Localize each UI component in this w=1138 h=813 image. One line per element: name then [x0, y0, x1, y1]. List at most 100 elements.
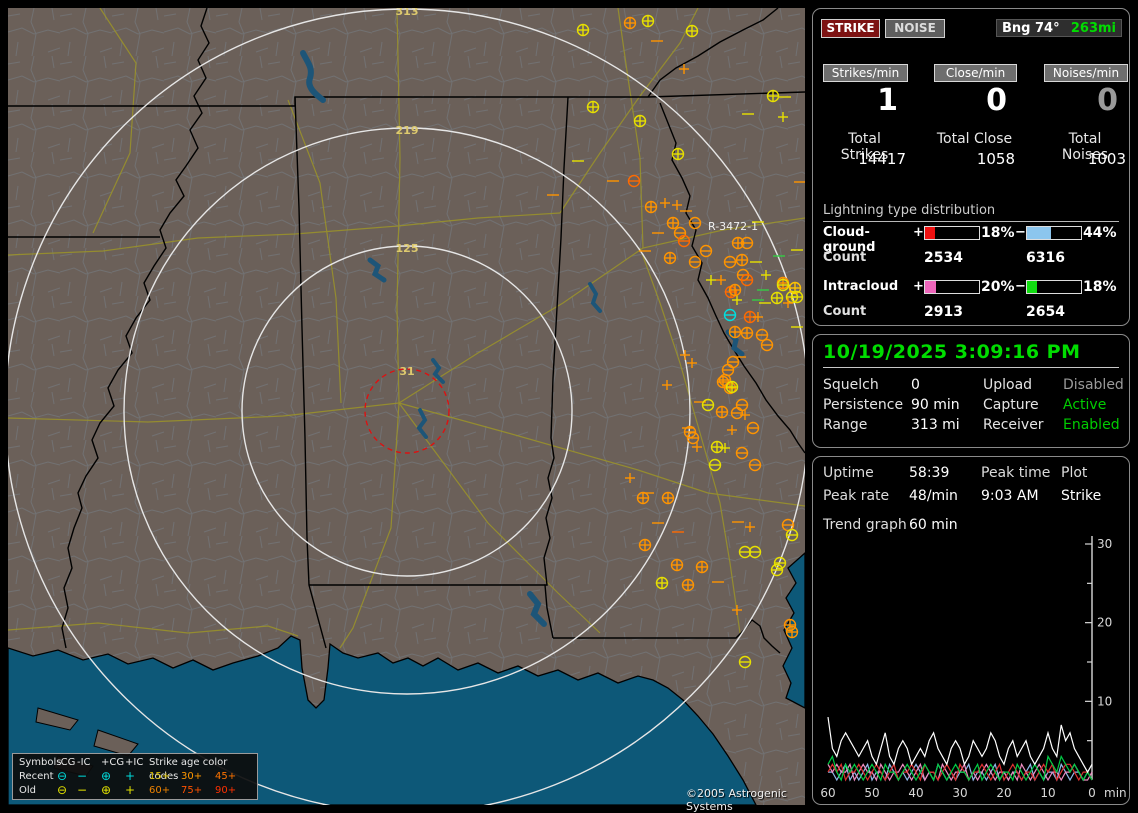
legend-recent-row: Recent ⊖ − ⊕ + 15+ 30+ 45+	[19, 770, 251, 784]
ic-plus-icon: +	[125, 783, 136, 797]
svg-text:0: 0	[1088, 786, 1096, 800]
upload-value: Disabled	[1063, 377, 1124, 393]
upload-label: Upload	[983, 377, 1033, 393]
svg-text:125: 125	[396, 242, 419, 255]
strike-symbol-cgp	[735, 253, 749, 267]
strike-symbol-cgp	[670, 558, 684, 572]
svg-text:10: 10	[1040, 786, 1055, 800]
plot-label: Plot	[1061, 465, 1088, 481]
status-panel: 10/19/2025 3:09:16 PM Squelch 0 Upload D…	[812, 334, 1130, 448]
bearing-readout: Bng 74° 263mi	[996, 19, 1122, 37]
age-90: 90+	[215, 785, 237, 796]
age-60: 60+	[149, 785, 171, 796]
map-canvas: 313 219 125 31 R-3472-1	[8, 8, 805, 805]
status-row: Persistence 90 min Capture Active	[813, 397, 1129, 415]
restricted-area-label: R-3472-1	[708, 220, 758, 233]
strike-symbol-cgp	[638, 538, 652, 552]
strike-symbol-cgp	[695, 560, 709, 574]
strike-symbol-cgp	[633, 114, 647, 128]
cg-plus-icon: ⊕	[101, 769, 112, 783]
ic-plus-icon: +	[125, 769, 136, 783]
strike-symbol-cgp	[586, 100, 600, 114]
strike-symbol-cgp	[671, 147, 685, 161]
svg-text:20: 20	[1097, 616, 1112, 630]
close-per-min-plate[interactable]: Close/min	[934, 64, 1017, 82]
trend-series-intracloud-neg	[827, 754, 1093, 782]
strike-symbol-cgp	[663, 251, 677, 265]
persistence-value: 90 min	[911, 397, 960, 413]
datetime-display: 10/19/2025 3:09:16 PM	[823, 341, 1119, 368]
ic-pos-bar	[924, 280, 980, 294]
close-per-min-value: 0	[986, 83, 1007, 118]
strikes-per-min-value: 1	[877, 83, 898, 118]
svg-text:10: 10	[1097, 694, 1112, 708]
intracloud-count-row: Count 2913 2654	[813, 304, 1129, 320]
strike-symbol-cgp	[623, 16, 637, 30]
total-close-value: 1058	[976, 150, 1015, 168]
peak-rate-label: Peak rate	[823, 488, 890, 504]
ic-neg-bar	[1026, 280, 1082, 294]
ic-pos-pct: 20%	[981, 279, 1015, 295]
age-15: 15+	[149, 771, 171, 782]
svg-text:min: min	[1104, 786, 1127, 800]
count-label: Count	[823, 250, 867, 265]
cg-pos-bar	[924, 226, 980, 240]
legend-header-row: Symbols -CG -IC +CG +IC Strike age color…	[19, 756, 251, 782]
strike-symbol-cgp	[576, 23, 590, 37]
bearing-distance: 263mi	[1070, 20, 1116, 36]
peak-rate-row: Peak rate 48/min 9:03 AM Strike	[813, 488, 1129, 506]
svg-text:60: 60	[820, 786, 835, 800]
age-75: 75+	[181, 785, 203, 796]
noise-mode-button[interactable]: NOISE	[885, 19, 945, 38]
svg-text:31: 31	[399, 365, 414, 378]
svg-text:30: 30	[1097, 537, 1112, 551]
strike-symbol-cgp	[666, 216, 680, 230]
svg-text:50: 50	[864, 786, 879, 800]
strike-symbol-cgp	[766, 89, 780, 103]
trend-graph-value: 60 min	[909, 517, 958, 533]
plus-sign: +	[913, 279, 924, 294]
strike-symbol-cgp	[728, 325, 742, 339]
lightning-map[interactable]: 313 219 125 31 R-3472-1 Symbols -CG -IC +CG…	[8, 8, 805, 813]
intracloud-row: Intracloud + 20% − 18%	[813, 279, 1129, 295]
svg-text:40: 40	[908, 786, 923, 800]
count-label: Count	[823, 304, 867, 319]
uptime-value: 58:39	[909, 465, 950, 481]
strike-symbol-cgp	[710, 440, 724, 454]
trend-panel: Uptime 58:39 Peak time Plot Peak rate 48…	[812, 456, 1130, 805]
capture-value: Active	[1063, 397, 1107, 413]
intracloud-label: Intracloud	[823, 279, 899, 294]
status-row: Squelch 0 Upload Disabled	[813, 377, 1129, 395]
cloud-ground-count-row: Count 2534 6316	[813, 250, 1129, 266]
noises-per-min-value: 0	[1097, 83, 1118, 118]
ic-neg-pct: 18%	[1083, 279, 1117, 295]
uptime-row: Uptime 58:39 Peak time Plot	[813, 465, 1129, 483]
noises-per-min-plate[interactable]: Noises/min	[1044, 64, 1128, 82]
strike-mode-button[interactable]: STRIKE	[821, 19, 880, 38]
status-row: Range 313 mi Receiver Enabled	[813, 417, 1129, 435]
sidebar: STRIKE NOISE Bng 74° 263mi Strikes/min C…	[812, 0, 1138, 812]
distribution-title: Lightning type distribution	[823, 203, 1119, 222]
legend-old-label: Old	[19, 785, 36, 796]
strike-symbol-cgp	[661, 491, 675, 505]
plot-value: Strike	[1061, 488, 1102, 504]
strike-symbol-cgp	[636, 491, 650, 505]
total-strikes-value: 14417	[858, 150, 906, 168]
ic-pos-count: 2913	[924, 304, 963, 320]
cg-neg-bar	[1026, 226, 1082, 240]
total-noises-value: 1003	[1087, 150, 1126, 168]
range-value: 313 mi	[911, 417, 960, 433]
receiver-value: Enabled	[1063, 417, 1120, 433]
strike-symbol-cgp	[725, 380, 739, 394]
strike-symbol-cgp	[685, 24, 699, 38]
copyright-text: ©2005 Astrogenic Systems	[686, 787, 787, 813]
total-close-label: Total Close	[936, 131, 1013, 147]
cloud-ground-row: Cloud-ground + 18% − 44%	[813, 225, 1129, 255]
trend-graph-chart: 10 20 30 60 50 40 30 20 10 0 min	[820, 536, 1127, 800]
svg-text:30: 30	[952, 786, 967, 800]
strike-symbol-cgp	[728, 283, 742, 297]
strike-symbol-cgp	[715, 405, 729, 419]
strikes-per-min-plate[interactable]: Strikes/min	[823, 64, 908, 82]
map-legend: Symbols -CG -IC +CG +IC Strike age color…	[12, 753, 258, 800]
age-45: 45+	[215, 771, 237, 782]
